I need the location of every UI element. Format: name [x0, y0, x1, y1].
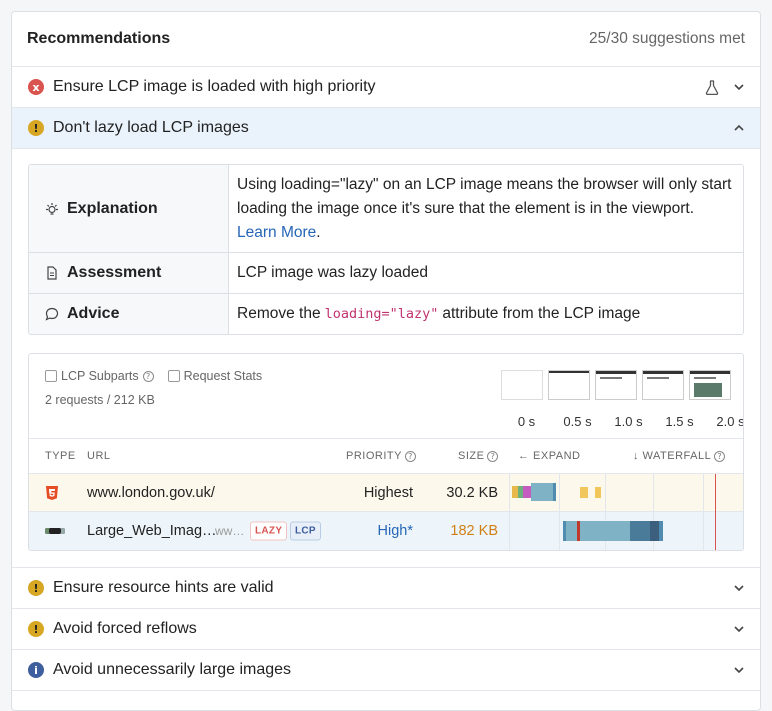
request-waterfall: LCP Subparts ? Request Stats 2 requests …	[28, 353, 744, 551]
warning-icon: !	[28, 621, 44, 637]
request-priority: High*	[377, 523, 413, 539]
details-table: Explanation Using loading="lazy" on an L…	[28, 164, 744, 335]
recommendation-label: Ensure resource hints are valid	[53, 579, 274, 596]
suggestions-count: 25/30 suggestions met	[589, 30, 745, 47]
chevron-up-icon[interactable]	[733, 122, 745, 134]
request-host: ww…	[215, 524, 245, 538]
checkbox-box[interactable]	[45, 370, 57, 382]
filmstrip-frame[interactable]	[595, 370, 637, 400]
filmstrip-times: 0 s 0.5 s 1.0 s 1.5 s 2.0 s	[501, 414, 744, 429]
card-title: Recommendations	[27, 30, 171, 47]
explanation-text: Using loading="lazy" on an LCP image mea…	[237, 176, 732, 217]
assessment-text: LCP image was lazy loaded	[237, 264, 428, 281]
chevron-down-icon[interactable]	[733, 623, 745, 635]
film-time: 2.0 s	[716, 414, 744, 429]
filmstrip-frame[interactable]	[548, 370, 590, 400]
learn-more-link[interactable]: Learn More	[237, 224, 316, 241]
request-size: 30.2 KB	[446, 484, 498, 501]
advice-suffix: attribute from the LCP image	[442, 305, 641, 322]
recommendation-details-panel: Explanation Using loading="lazy" on an L…	[12, 149, 760, 568]
waterfall-header: TYPE URL PRIORITY? SIZE? ← EXPAND ↓ WATE…	[29, 439, 743, 474]
film-time: 0 s	[517, 414, 536, 429]
advice-label: Advice	[67, 305, 120, 322]
film-time: 1.5 s	[665, 414, 694, 429]
request-stats-checkbox[interactable]: Request Stats	[167, 369, 262, 383]
filmstrip-frame[interactable]	[689, 370, 731, 400]
column-size[interactable]: SIZE?	[458, 450, 499, 462]
column-url[interactable]: URL	[87, 450, 111, 462]
lcp-badge: LCP	[290, 521, 321, 541]
recommendation-label: Avoid unnecessarily large images	[53, 661, 292, 678]
recommendation-label: Ensure LCP image is loaded with high pri…	[53, 78, 376, 95]
recommendation-forced-reflows[interactable]: ! Avoid forced reflows	[12, 609, 760, 650]
request-summary: 2 requests / 212 KB	[45, 393, 155, 407]
request-url[interactable]: www.london.gov.uk/	[87, 485, 215, 501]
recommendation-lcp-priority[interactable]: x Ensure LCP image is loaded with high p…	[12, 67, 760, 108]
table-row[interactable]: www.london.gov.uk/ Highest 30.2 KB	[29, 474, 743, 512]
warning-icon: !	[28, 580, 44, 596]
film-time: 0.5 s	[563, 414, 592, 429]
advice-prefix: Remove the	[237, 305, 321, 322]
recommendation-label: Avoid forced reflows	[53, 620, 197, 637]
filmstrip[interactable]	[501, 370, 731, 400]
assessment-label: Assessment	[67, 264, 162, 281]
document-icon	[47, 266, 57, 280]
image-icon	[45, 528, 65, 534]
lightbulb-icon	[46, 202, 58, 215]
recommendation-label: Don't lazy load LCP images	[53, 119, 249, 136]
explanation-row: Explanation Using loading="lazy" on an L…	[29, 165, 743, 253]
recommendations-card: Recommendations 25/30 suggestions met x …	[11, 11, 761, 711]
filmstrip-frame[interactable]	[642, 370, 684, 400]
lcp-subparts-checkbox[interactable]: LCP Subparts ?	[45, 369, 154, 383]
chat-bubble-icon	[45, 307, 59, 321]
help-icon[interactable]: ?	[487, 450, 499, 462]
waterfall-bars[interactable]	[507, 474, 743, 512]
card-header: Recommendations 25/30 suggestions met	[12, 12, 760, 67]
request-size: 182 KB	[450, 523, 498, 539]
table-row[interactable]: Large_Web_Imag… ww… LAZY LCP High* 182 K…	[29, 512, 743, 550]
waterfall-bars[interactable]	[507, 512, 743, 550]
column-waterfall[interactable]: ↓ WATERFALL?	[633, 450, 726, 462]
assessment-row: Assessment LCP image was lazy loaded	[29, 253, 743, 294]
help-icon[interactable]: ?	[404, 450, 416, 462]
chevron-down-icon[interactable]	[733, 582, 745, 594]
chevron-down-icon[interactable]	[733, 81, 745, 93]
recommendation-resource-hints[interactable]: ! Ensure resource hints are valid	[12, 568, 760, 609]
expand-button[interactable]: ← EXPAND	[518, 450, 580, 462]
request-url[interactable]: Large_Web_Imag…	[87, 523, 217, 539]
help-icon[interactable]: ?	[714, 450, 726, 462]
explanation-suffix: .	[316, 224, 321, 241]
advice-code: loading="lazy"	[324, 306, 439, 322]
filmstrip-frame[interactable]	[501, 370, 543, 400]
error-icon: x	[28, 79, 44, 95]
column-priority[interactable]: PRIORITY?	[346, 450, 416, 462]
flask-icon[interactable]	[705, 79, 719, 95]
help-icon[interactable]: ?	[142, 370, 154, 382]
warning-icon: !	[28, 120, 44, 136]
lazy-badge: LAZY	[250, 521, 288, 541]
html5-icon	[46, 485, 58, 500]
column-type[interactable]: TYPE	[45, 450, 76, 462]
explanation-label: Explanation	[67, 199, 158, 217]
chevron-down-icon[interactable]	[733, 664, 745, 676]
film-time: 1.0 s	[614, 414, 643, 429]
advice-row: Advice Remove the loading="lazy" attribu…	[29, 294, 743, 334]
request-priority: Highest	[363, 484, 413, 501]
recommendation-lazy-load[interactable]: ! Don't lazy load LCP images	[12, 108, 760, 149]
info-icon: i	[28, 662, 44, 678]
checkbox-box[interactable]	[167, 370, 180, 382]
